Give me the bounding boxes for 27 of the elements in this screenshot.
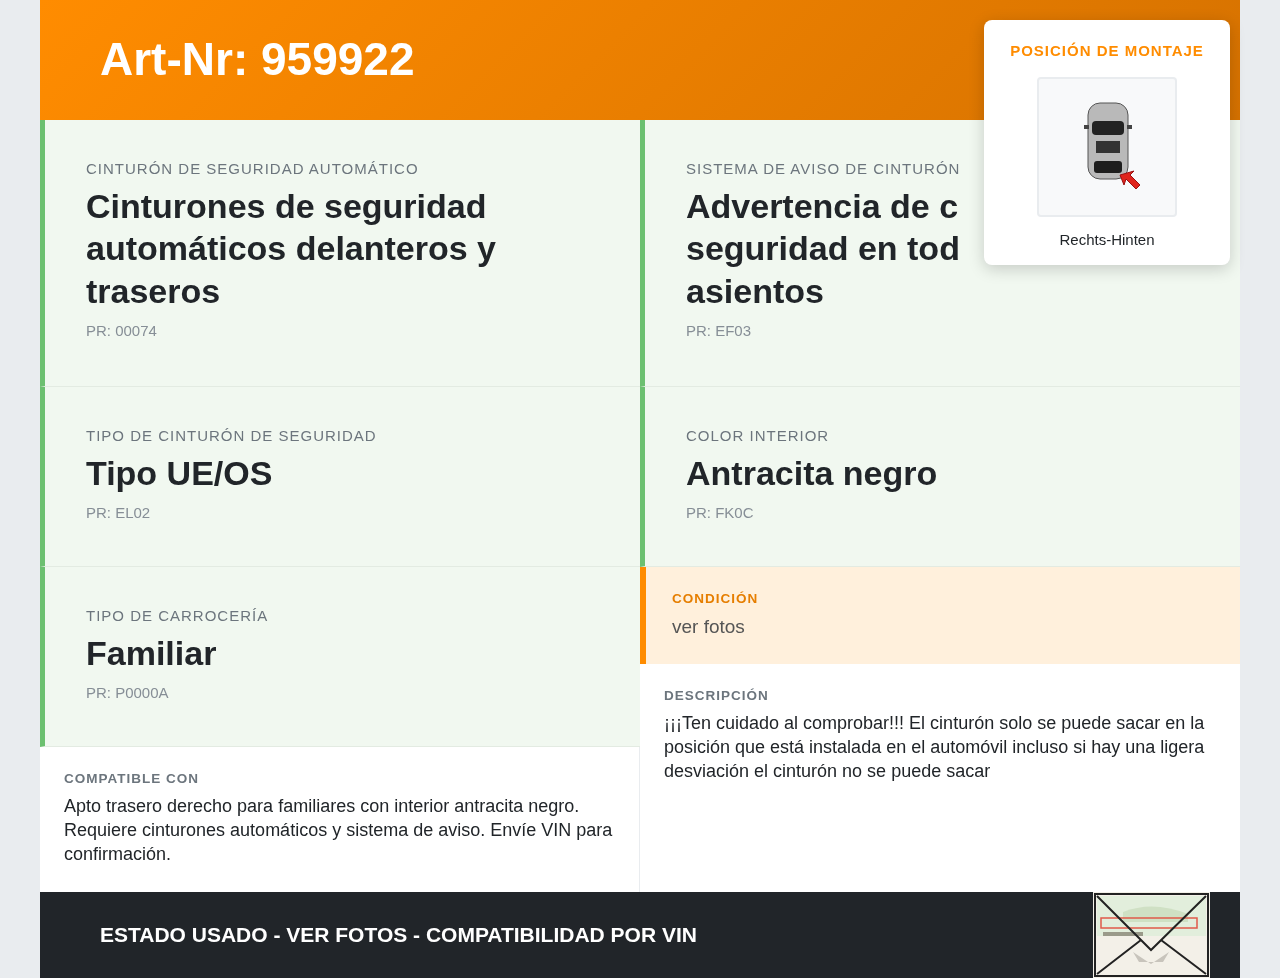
popup-title: POSICIÓN DE MONTAJE [1010, 41, 1204, 61]
position-caption: Rechts-Hinten [1059, 229, 1155, 250]
spec-code: PR: FK0C [686, 503, 755, 523]
spec-code: PR: P0000A [86, 683, 170, 703]
spec-title: Familiar [86, 632, 218, 674]
footer-text: ESTADO USADO - VER FOTOS - COMPATIBILIDAD POR VIN [100, 922, 697, 949]
section-label: COMPATIBLE CON [64, 770, 200, 788]
spec-title: Tipo UE/OS [86, 452, 274, 494]
spec-code: PR: EL02 [86, 503, 152, 523]
spec-code: PR: 00074 [86, 321, 158, 341]
compatibility-text: Apto trasero derecho para familiares con interior antracita negro. Requiere cinturones automáticos y sistema de aviso. Envíe VIN para confirmación. [64, 795, 614, 867]
spec-label: COLOR INTERIOR [686, 426, 831, 446]
spec-label: SISTEMA DE AVISO DE CINTURÓN [686, 159, 962, 179]
spec-label: TIPO DE CARROCERÍA [86, 606, 270, 626]
spec-title: seguridad en tod [686, 228, 960, 269]
condition-value: ver fotos [672, 615, 746, 640]
section-label: CONDICIÓN [672, 590, 760, 608]
spec-title: Antracita negro [686, 452, 939, 494]
spec-title: Cinturones de seguridad automáticos delanteros y traseros [86, 185, 497, 312]
page-title: Art-Nr: 959922 [100, 32, 415, 88]
spec-code: PR: EF03 [686, 321, 753, 341]
spec-title: asientos [686, 270, 824, 312]
spec-label: CINTURÓN DE SEGURIDAD AUTOMÁTICO [86, 159, 420, 179]
description-text: ¡¡¡Ten cuidado al comprobar!!! El cinturón solo se puede sacar en la posición que está instalada en el automóvil incluso si hay una ligera desviación el cinturón no se puede sacar [664, 712, 1206, 784]
spec-title: Advertencia de c [686, 185, 959, 227]
spec-label: TIPO DE CINTURÓN DE SEGURIDAD [86, 426, 378, 446]
section-label: DESCRIPCIÓN [664, 687, 770, 705]
